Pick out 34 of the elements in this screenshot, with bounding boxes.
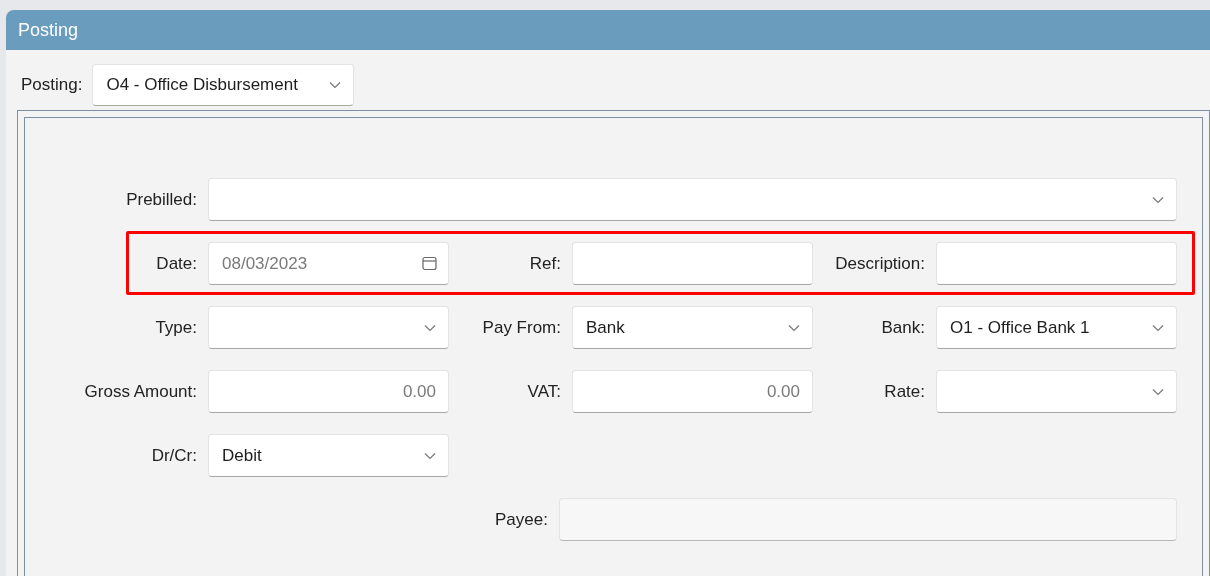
- posting-dropdown[interactable]: O4 - Office Disbursement: [92, 64, 355, 106]
- chevron-down-icon: [1152, 323, 1164, 332]
- field-label: Posting:: [21, 75, 83, 95]
- window-title: Posting: [18, 19, 79, 41]
- field-label: Payee:: [495, 509, 548, 530]
- input-field[interactable]: [936, 242, 1177, 285]
- field-label: Description:: [835, 253, 925, 274]
- field-label: Rate:: [884, 381, 925, 402]
- dropdown[interactable]: Bank: [572, 306, 813, 349]
- field-label: Pay From:: [482, 317, 561, 338]
- input-field[interactable]: [572, 242, 813, 285]
- field-label: Prebilled:: [126, 189, 197, 210]
- field-label: Gross Amount:: [84, 381, 197, 402]
- chevron-down-icon: [1152, 387, 1164, 396]
- field-label: Ref:: [529, 253, 561, 274]
- chevron-down-icon: [1152, 195, 1164, 204]
- dropdown[interactable]: O1 - Office Bank 1: [936, 306, 1177, 349]
- dropdown[interactable]: [208, 178, 1177, 221]
- calendar-icon[interactable]: [422, 256, 437, 271]
- dropdown[interactable]: [936, 370, 1177, 413]
- amount-field[interactable]: 0.00: [208, 370, 449, 413]
- chevron-down-icon: [424, 323, 436, 332]
- date-field[interactable]: 08/03/2023: [208, 242, 449, 285]
- field-label: Bank:: [881, 317, 925, 338]
- dropdown[interactable]: [208, 306, 449, 349]
- chevron-down-icon: [329, 81, 342, 89]
- field-label: VAT:: [527, 381, 561, 402]
- field-label: Dr/Cr:: [151, 445, 197, 466]
- field-label: Date:: [156, 253, 197, 274]
- amount-field[interactable]: 0.00: [572, 370, 813, 413]
- chevron-down-icon: [788, 323, 800, 332]
- field-label: Type:: [155, 317, 197, 338]
- dropdown[interactable]: Debit: [208, 434, 449, 477]
- chevron-down-icon: [424, 451, 436, 460]
